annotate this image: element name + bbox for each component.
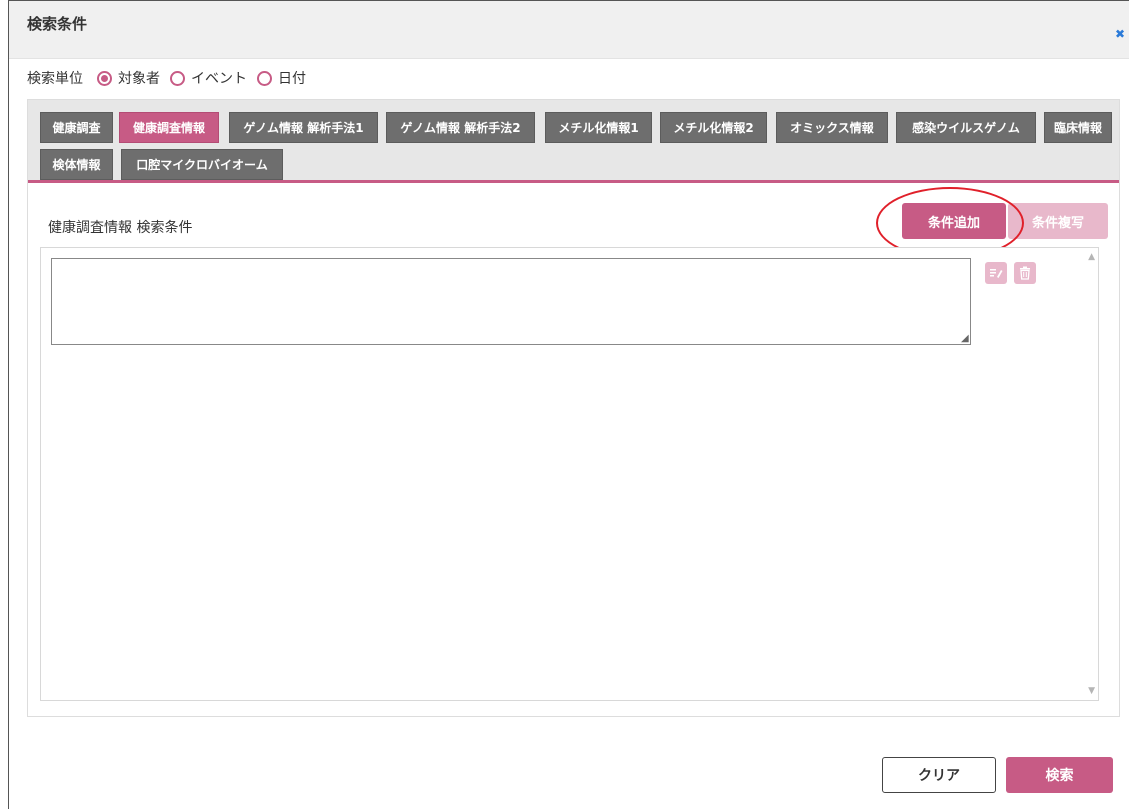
tab-genome-method1[interactable]: ゲノム情報 解析手法1	[229, 112, 378, 143]
radio-date-label: 日付	[278, 71, 306, 87]
close-icon[interactable]: ✖	[1115, 27, 1125, 41]
radio-event[interactable]: イベント	[170, 68, 247, 88]
radio-subject[interactable]: 対象者	[97, 68, 160, 88]
tab-genome-method2[interactable]: ゲノム情報 解析手法2	[386, 112, 535, 143]
tab-infection-virus-genome[interactable]: 感染ウイルスゲノム	[896, 112, 1036, 143]
clear-button[interactable]: クリア	[882, 757, 996, 793]
tab-oral-microbiome[interactable]: 口腔マイクロバイオーム	[121, 149, 283, 180]
radio-date[interactable]: 日付	[257, 68, 306, 88]
radio-unchecked-icon	[257, 70, 272, 86]
add-condition-button[interactable]: 条件追加	[902, 203, 1006, 239]
condition-textarea[interactable]	[51, 258, 971, 345]
scroll-up-icon[interactable]: ▲	[1088, 252, 1095, 262]
radio-checked-icon	[97, 70, 112, 86]
tab-clinical-info[interactable]: 臨床情報	[1044, 112, 1112, 143]
conditions-panel: 健康調査 健康調査情報 ゲノム情報 解析手法1 ゲノム情報 解析手法2 メチル化…	[27, 99, 1120, 717]
tab-specimen-info[interactable]: 検体情報	[40, 149, 113, 180]
search-button[interactable]: 検索	[1006, 757, 1113, 793]
tab-methylation2[interactable]: メチル化情報2	[660, 112, 767, 143]
scroll-down-icon[interactable]: ▼	[1088, 686, 1095, 696]
trash-icon-glyph	[1020, 266, 1030, 280]
radio-subject-label: 対象者	[118, 71, 160, 87]
section-title: 健康調査情報 検索条件	[48, 220, 193, 236]
tab-omics[interactable]: オミックス情報	[776, 112, 888, 143]
dialog-titlebar: 検索条件 ✖	[9, 1, 1129, 59]
dialog-title: 検索条件	[27, 15, 88, 33]
search-conditions-dialog: 検索条件 ✖ 検索単位 対象者 イベント 日付 健康調査 健康調査情報 ゲノム情…	[8, 0, 1129, 809]
edit-icon[interactable]	[985, 262, 1007, 284]
search-unit-row: 検索単位 対象者 イベント 日付	[27, 68, 316, 88]
tab-methylation1[interactable]: メチル化情報1	[545, 112, 652, 143]
tab-health-survey-info[interactable]: 健康調査情報	[119, 112, 219, 143]
edit-icon-glyph	[990, 269, 1003, 278]
resize-grip-icon[interactable]: ◢	[961, 333, 969, 344]
radio-event-label: イベント	[191, 71, 247, 87]
radio-unchecked-icon	[170, 70, 185, 86]
delete-icon[interactable]	[1014, 262, 1036, 284]
condition-list-area[interactable]: ◢ ▲ ▼	[40, 247, 1099, 701]
tab-health-survey[interactable]: 健康調査	[40, 112, 113, 143]
search-unit-label: 検索単位	[27, 71, 83, 87]
tab-bar: 健康調査 健康調査情報 ゲノム情報 解析手法1 ゲノム情報 解析手法2 メチル化…	[28, 100, 1119, 183]
copy-condition-button[interactable]: 条件複写	[1008, 203, 1108, 239]
